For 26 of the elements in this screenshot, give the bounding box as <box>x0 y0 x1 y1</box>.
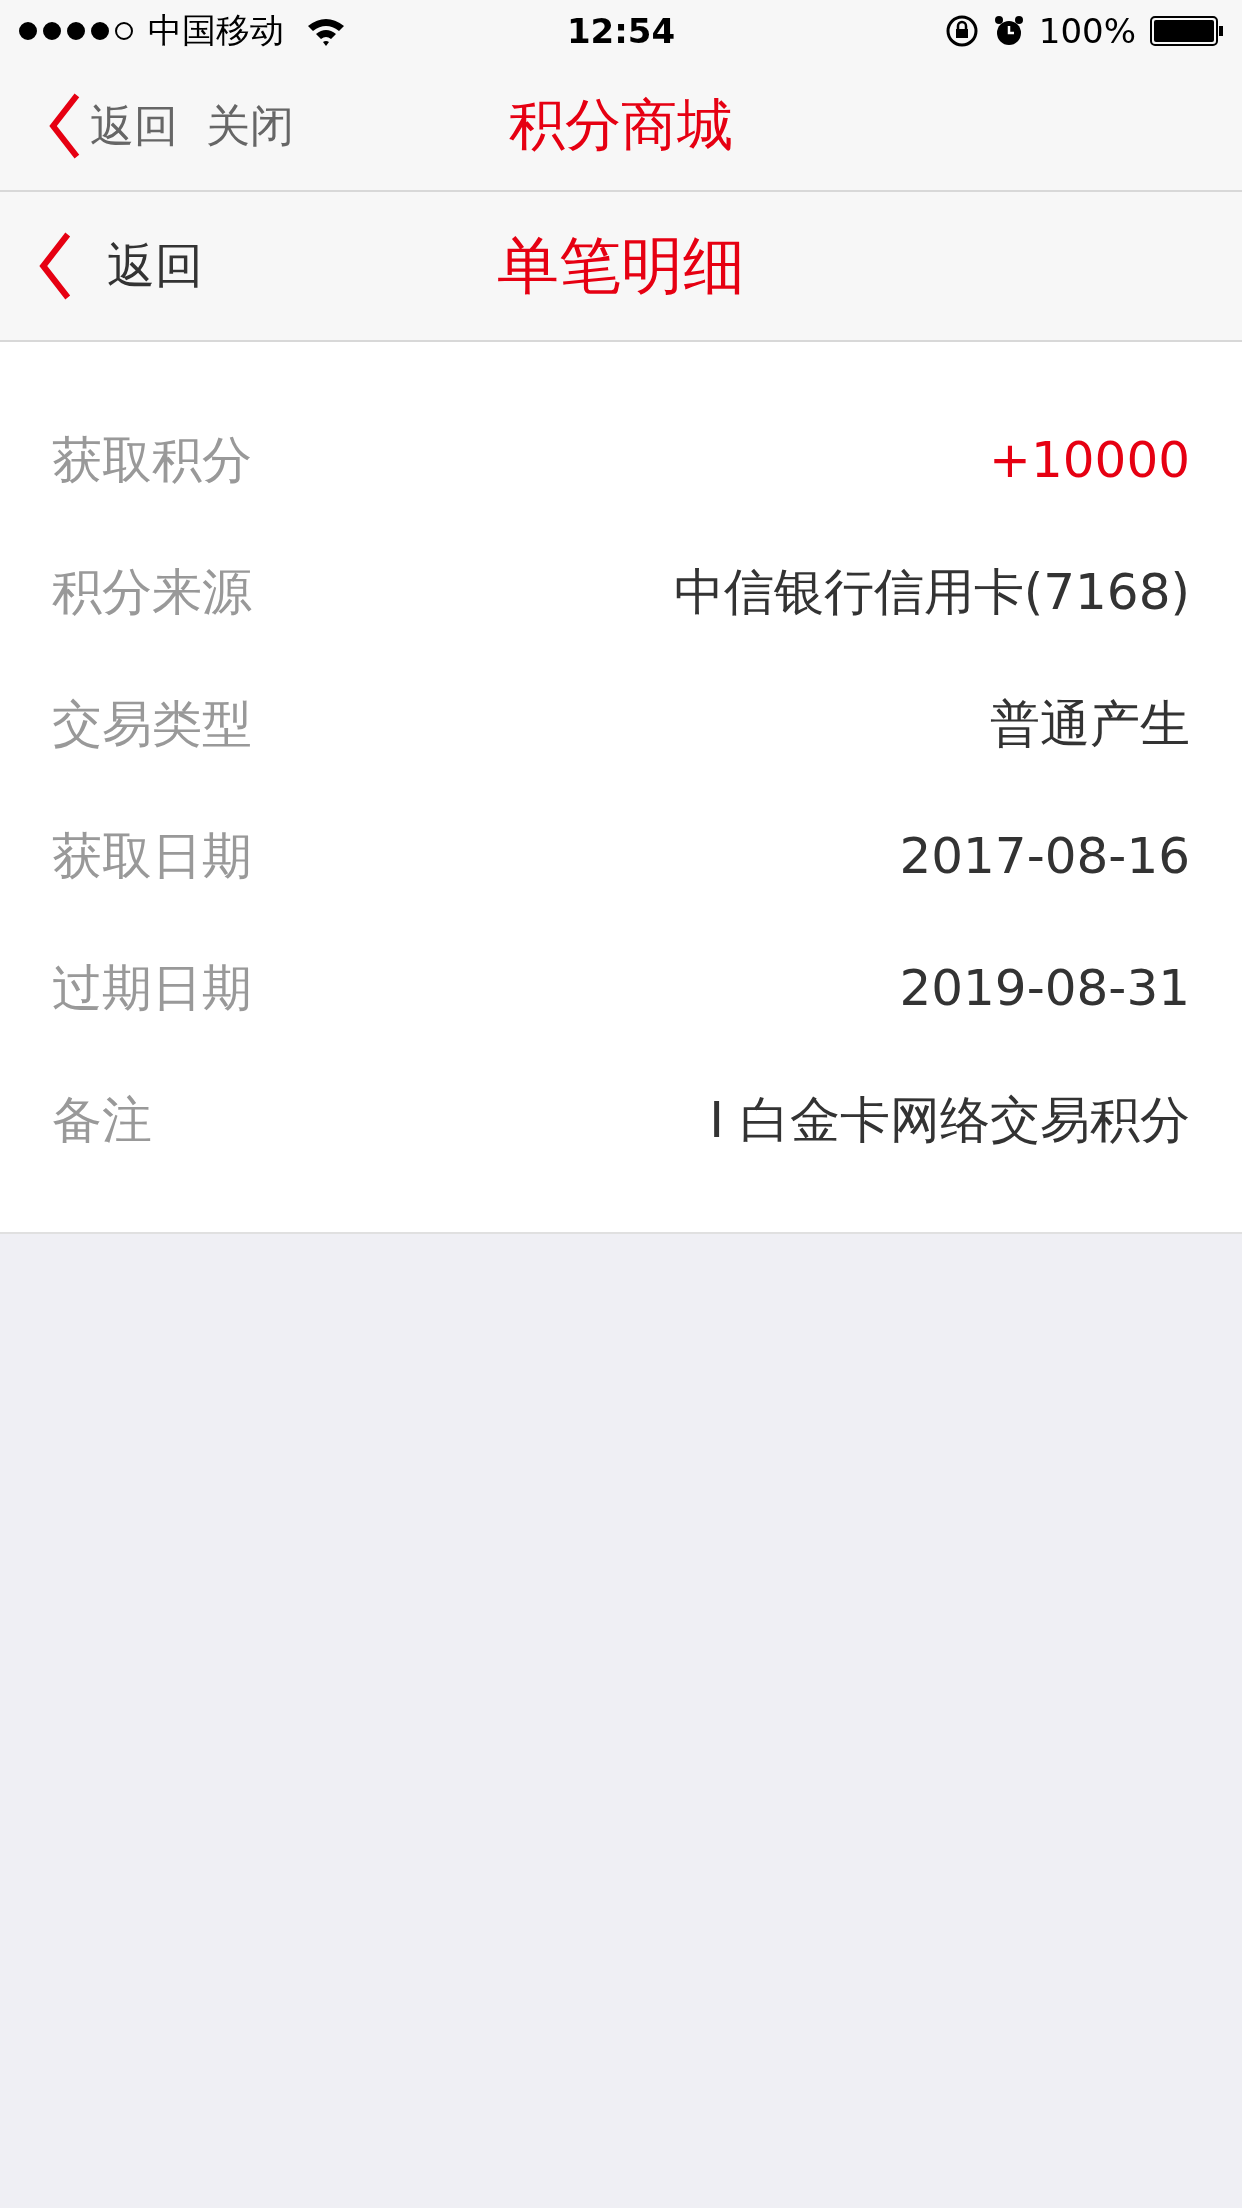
detail-value: 中信银行信用卡(7168) <box>673 561 1190 623</box>
detail-label: 积分来源 <box>52 561 252 623</box>
carrier-name: 中国移动 <box>148 9 284 52</box>
page-title: 积分商城 <box>509 92 733 157</box>
detail-value: +10000 <box>989 431 1190 489</box>
battery-percent: 100% <box>1038 11 1136 51</box>
close-button[interactable]: 关闭 <box>206 96 294 156</box>
alarm-icon <box>992 15 1025 47</box>
detail-value: 2017-08-16 <box>899 827 1190 885</box>
wifi-icon <box>306 16 346 46</box>
back-button[interactable]: 返回 <box>48 92 178 160</box>
detail-label: 过期日期 <box>52 957 252 1019</box>
back-button[interactable]: 返回 <box>38 231 203 301</box>
battery-icon <box>1150 16 1224 46</box>
back-chevron-icon <box>48 92 82 160</box>
page-title: 单笔明细 <box>497 229 745 302</box>
detail-label: 获取日期 <box>52 825 252 887</box>
detail-value: I 白金卡网络交易积分 <box>709 1089 1190 1151</box>
status-time: 12:54 <box>566 11 676 51</box>
detail-value: 普通产生 <box>990 693 1190 755</box>
detail-label: 备注 <box>52 1089 152 1151</box>
detail-label: 交易类型 <box>52 693 252 755</box>
back-chevron-icon <box>38 231 73 301</box>
detail-value: 2019-08-31 <box>899 959 1190 1017</box>
rotation-lock-icon <box>944 14 979 48</box>
detail-label: 获取积分 <box>52 429 252 491</box>
